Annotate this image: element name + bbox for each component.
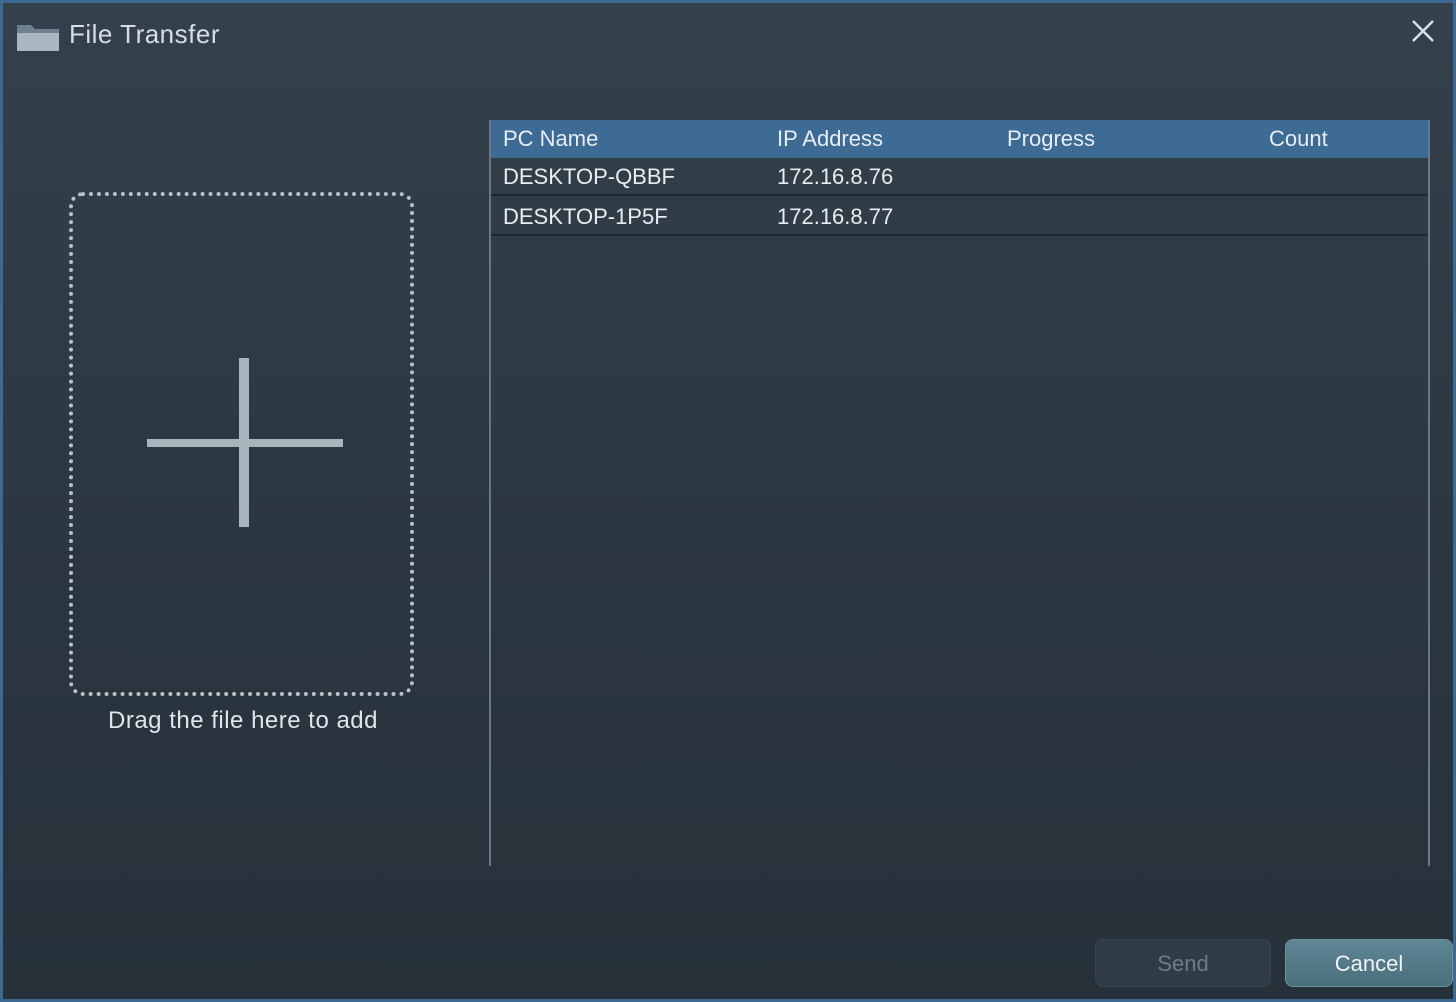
drop-zone-label: Drag the file here to add (108, 707, 378, 734)
window-title: File Transfer (69, 19, 220, 49)
table-row[interactable]: DESKTOP-1P5F 172.16.8.77 (491, 198, 1428, 236)
ip-address-cell: 172.16.8.76 (777, 164, 894, 189)
folder-icon (15, 21, 61, 53)
column-header-count[interactable]: Count (1269, 126, 1328, 152)
close-button[interactable] (1407, 15, 1439, 47)
send-button[interactable]: Send (1095, 939, 1271, 987)
close-icon (1407, 20, 1439, 51)
plus-icon-vertical (239, 358, 249, 527)
column-header-ip-address[interactable]: IP Address (777, 126, 883, 152)
pc-name-cell: DESKTOP-1P5F (503, 204, 668, 229)
column-header-progress[interactable]: Progress (1007, 126, 1095, 152)
file-drop-zone[interactable] (69, 192, 414, 696)
column-header-pc-name[interactable]: PC Name (503, 126, 598, 152)
pc-list-table: PC Name IP Address Progress Count DESKTO… (489, 120, 1430, 866)
table-header: PC Name IP Address Progress Count (491, 120, 1428, 158)
table-row[interactable]: DESKTOP-QBBF 172.16.8.76 (491, 158, 1428, 196)
title-bar: File Transfer (3, 3, 1453, 63)
file-transfer-window: File Transfer Drag the file here to add … (0, 0, 1456, 1002)
cancel-button[interactable]: Cancel (1285, 939, 1453, 987)
pc-name-cell: DESKTOP-QBBF (503, 164, 675, 189)
ip-address-cell: 172.16.8.77 (777, 204, 894, 229)
